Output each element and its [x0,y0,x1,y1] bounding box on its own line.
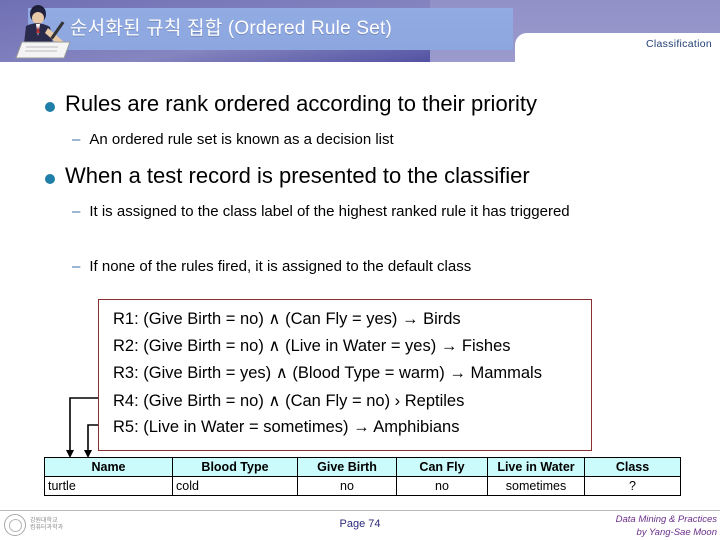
bullet-level1-test-record: When a test record is presented to the c… [45,163,530,189]
bullet-text: If none of the rules fired, it is assign… [89,258,472,275]
table-header-row: Name Blood Type Give Birth Can Fly Live … [44,457,681,477]
page-title: 순서화된 규칙 집합 (Ordered Rule Set) [70,18,392,39]
bullet-level1-rules-ranked: Rules are rank ordered according to thei… [45,91,538,117]
bullet-text: An ordered rule set is known as a decisi… [89,131,394,148]
cell-give-birth: no [297,476,397,496]
column-header-give-birth: Give Birth [297,457,397,477]
cell-blood-type: cold [172,476,298,496]
column-header-name: Name [44,457,173,477]
bullet-text: Rules are rank ordered according to thei… [65,91,538,116]
slide-header: 순서화된 규칙 집합 (Ordered Rule Set) [0,0,720,62]
test-record-table: Name Blood Type Give Birth Can Fly Live … [44,457,681,496]
bullet-level2-highest-ranked: – It is assigned to the class label of t… [72,203,672,222]
credit-line-2: by Yang-Sae Moon [636,526,717,538]
rule-r2: R2: (Give Birth = no) ∧ (Live in Water =… [113,337,511,355]
footer-divider [0,510,720,511]
dash-bullet-icon: – [72,203,81,220]
bullet-text: It is assigned to the class label of the… [89,203,570,220]
bullet-level2-default-class: – If none of the rules fired, it is assi… [72,258,672,277]
column-header-class: Class [584,457,681,477]
course-credits: Data Mining & Practices by Yang-Sae Moon [616,514,717,540]
dash-bullet-icon: – [72,258,81,275]
cell-live-in-water: sometimes [487,476,585,496]
classification-label: Classification [645,38,712,50]
dash-bullet-icon: – [72,131,81,148]
column-header-live-in-water: Live in Water [487,457,585,477]
cell-can-fly: no [396,476,488,496]
cell-class: ? [584,476,681,496]
bullet-level2-decision-list: – An ordered rule set is known as a deci… [72,131,394,150]
person-writing-icon [12,2,74,60]
column-header-can-fly: Can Fly [396,457,488,477]
bullet-text: When a test record is presented to the c… [65,163,530,188]
bullet-dot-icon [45,102,55,112]
credit-line-1: Data Mining & Practices [615,514,717,525]
bullet-dot-icon [45,174,55,184]
cell-name: turtle [44,476,173,496]
table-row: turtle cold no no sometimes ? [44,476,681,496]
page-number: Page 74 [339,518,381,530]
rule-r1: R1: (Give Birth = no) ∧ (Can Fly = yes) … [113,310,461,328]
column-header-blood-type: Blood Type [172,457,298,477]
